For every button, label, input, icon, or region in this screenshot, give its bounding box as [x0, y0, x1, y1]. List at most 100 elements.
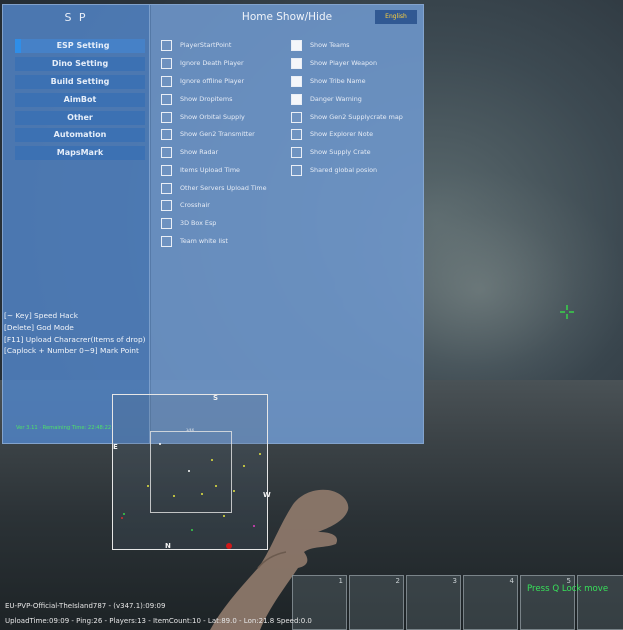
option-crosshair[interactable]: Crosshair [161, 199, 210, 211]
status-bar: UploadTime:09:09 - Ping:26 - Players:13 … [5, 617, 312, 625]
radar-blip [191, 529, 193, 531]
checkbox[interactable] [161, 57, 172, 69]
option-ignore-death-player[interactable]: Ignore Death Player [161, 57, 244, 69]
option-label: 3D Box Esp [180, 219, 217, 227]
checkbox[interactable] [161, 93, 172, 105]
radar-blip [211, 459, 213, 461]
checkbox[interactable] [291, 146, 302, 158]
checkbox[interactable] [161, 111, 172, 123]
option-show-dropitems[interactable]: Show Dropitems [161, 93, 232, 105]
option-items-upload-time[interactable]: Items Upload Time [161, 164, 240, 176]
option-label: Ignore Death Player [180, 59, 244, 67]
checkbox[interactable] [161, 75, 172, 87]
checkbox-checked[interactable] [291, 57, 302, 69]
hotbar-slot[interactable]: 2 [349, 575, 404, 630]
checkbox[interactable] [161, 128, 172, 140]
option-show-explorer-note[interactable]: Show Explorer Note [291, 128, 373, 140]
compass-west: W [263, 491, 271, 499]
radar-blip [123, 513, 125, 515]
option-show-gen2-transmitter[interactable]: Show Gen2 Transmitter [161, 128, 255, 140]
option-label: PlayerStartPoint [180, 41, 232, 49]
option-ignore-offline-player[interactable]: Ignore offline Player [161, 75, 244, 87]
checkbox[interactable] [291, 164, 302, 176]
radar-blip [243, 465, 245, 467]
player-position-marker [226, 543, 232, 549]
radar-blip [223, 515, 225, 517]
option-team-white-list[interactable]: Team white list [161, 235, 228, 247]
checkbox-checked[interactable] [291, 39, 302, 51]
option-label: Danger Warning [310, 95, 362, 103]
option-label: Show Explorer Note [310, 130, 374, 138]
radar-blip [215, 485, 217, 487]
compass-north: N [165, 542, 171, 550]
checkbox[interactable] [161, 39, 172, 51]
option-show-teams[interactable]: Show Teams [291, 39, 350, 51]
option-show-orbital-supply[interactable]: Show Orbital Supply [161, 111, 245, 123]
language-button[interactable]: English [375, 10, 417, 24]
slot-number: 2 [395, 577, 400, 585]
option-show-gen2-supplycrate-map[interactable]: Show Gen2 Supplycrate map [291, 111, 403, 123]
option-label: Show Dropitems [180, 95, 233, 103]
sidebar-item-dino-setting[interactable]: Dino Setting [15, 57, 145, 71]
radar-blip [253, 525, 255, 527]
sidebar-item-aimbot[interactable]: AimBot [15, 93, 145, 107]
slot-number: 3 [452, 577, 457, 585]
option-danger-warning[interactable]: Danger Warning [291, 93, 362, 105]
sidebar-item-automation[interactable]: Automation [15, 128, 145, 142]
option-show-radar[interactable]: Show Radar [161, 146, 218, 158]
checkbox[interactable] [291, 111, 302, 123]
option-label: Shared global posion [310, 166, 378, 174]
sidebar-title: S P [64, 11, 88, 24]
radar-blip [233, 490, 235, 492]
checkbox-checked[interactable] [291, 93, 302, 105]
sidebar-item-mapsmark[interactable]: MapsMark [15, 146, 145, 160]
sidebar-item-build-setting[interactable]: Build Setting [15, 75, 145, 89]
option-label: Show Supply Crate [310, 148, 371, 156]
option-label: Show Orbital Supply [180, 113, 245, 121]
option-3d-box-esp[interactable]: 3D Box Esp [161, 217, 216, 229]
option-show-player-weapon[interactable]: Show Player Weapon [291, 57, 377, 69]
option-show-tribe-name[interactable]: Show Tribe Name [291, 75, 366, 87]
checkbox[interactable] [291, 128, 302, 140]
radar-blip [173, 495, 175, 497]
option-show-supply-crate[interactable]: Show Supply Crate [291, 146, 371, 158]
radar-blip [159, 443, 161, 445]
option-label: Show Gen2 Transmitter [180, 130, 255, 138]
hotkey-item: [Caplock + Number 0~9] Mark Point [4, 346, 139, 356]
option-label: Show Teams [310, 41, 350, 49]
option-label: Crosshair [180, 201, 210, 209]
checkbox[interactable] [161, 146, 172, 158]
option-label: Show Gen2 Supplycrate map [310, 113, 403, 121]
hotkey-item: [~ Key] Speed Hack [4, 311, 79, 320]
option-label: Team white list [180, 237, 228, 245]
hotkey-item: [Delete] God Mode [4, 322, 74, 332]
checkbox[interactable] [161, 217, 172, 229]
hotbar-slot[interactable]: 3 [406, 575, 461, 630]
hotbar-slot[interactable]: 4 [463, 575, 518, 630]
checkbox[interactable] [161, 164, 172, 176]
hotkey-list: [~ Key] Speed Hack [Delete] God Mode [F1… [4, 310, 146, 357]
settings-content: Home Show/Hide English PlayerStartPoint … [151, 5, 423, 443]
sidebar-item-other[interactable]: Other [15, 111, 145, 125]
slot-number: 4 [509, 577, 514, 585]
hotkey-item: [F11] Upload Characrer(Items of drop) [4, 334, 146, 344]
checkbox[interactable] [161, 199, 172, 211]
sidebar-item-esp-setting[interactable]: ESP Setting [15, 39, 145, 53]
checkbox[interactable] [161, 235, 172, 247]
compass-east: E [113, 443, 118, 451]
checkbox[interactable] [161, 182, 172, 194]
option-label: Show Tribe Name [310, 77, 366, 85]
checkbox-checked[interactable] [291, 75, 302, 87]
option-label: Ignore offline Player [180, 77, 245, 85]
lock-move-hint: Press Q Lock move [527, 584, 609, 594]
radar-blip [121, 517, 123, 519]
radar-blip [201, 493, 203, 495]
option-label: Show Radar [180, 148, 219, 156]
option-other-servers-upload-time[interactable]: Other Servers Upload Time [161, 182, 267, 194]
option-label: Show Player Weapon [310, 59, 378, 67]
option-shared-global-posion[interactable]: Shared global posion [291, 164, 377, 176]
radar-blip [147, 485, 149, 487]
option-label: Items Upload Time [180, 166, 240, 174]
radar-minimap: S N E W 1/4X [112, 394, 271, 550]
option-player-start-point[interactable]: PlayerStartPoint [161, 39, 231, 51]
